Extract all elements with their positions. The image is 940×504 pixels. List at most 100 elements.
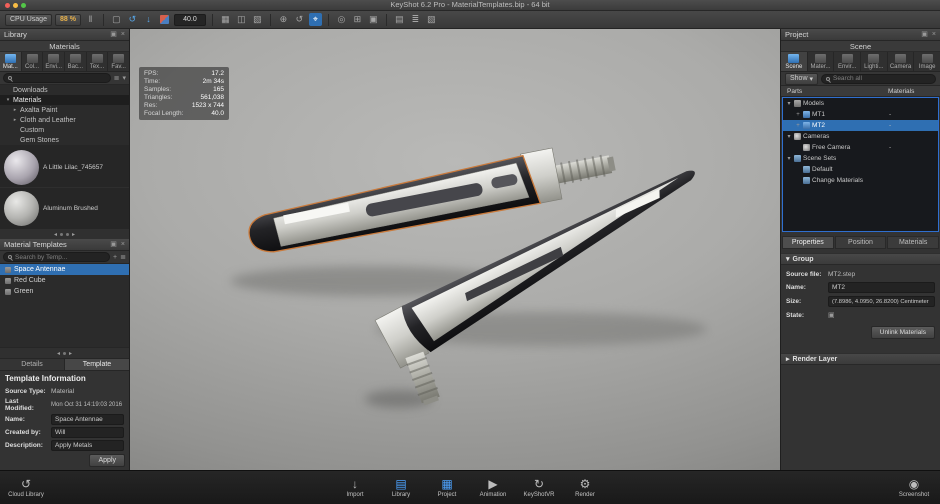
- close-panel-icon[interactable]: ×: [932, 31, 936, 38]
- templates-search-field[interactable]: [3, 252, 110, 262]
- page-prev-icon[interactable]: ◂: [57, 350, 60, 357]
- dock-keyshotvr[interactable]: ↻ KeyShotVR: [517, 471, 561, 504]
- library-search-input[interactable]: [15, 75, 106, 82]
- scene-tree-item-cameras[interactable]: ▾Cameras: [783, 131, 938, 142]
- tab-properties[interactable]: Properties: [782, 236, 834, 249]
- scene-tree-item-models[interactable]: ▾Models: [783, 98, 938, 109]
- tab-position[interactable]: Position: [835, 236, 887, 249]
- library-tree-item[interactable]: Gem Stones: [0, 135, 129, 145]
- apply-button[interactable]: Apply: [89, 454, 125, 467]
- dock-render[interactable]: ⚙ Render: [563, 471, 607, 504]
- tab-material[interactable]: Mater...: [808, 52, 835, 71]
- library-tree-item[interactable]: Downloads: [0, 85, 129, 95]
- dock-screenshot[interactable]: ◉ Screenshot: [892, 471, 936, 504]
- library-search-field[interactable]: [3, 73, 111, 83]
- library-list-icon[interactable]: ≣: [114, 75, 120, 82]
- tab-materials-props[interactable]: Materials: [887, 236, 939, 249]
- minimize-window-icon[interactable]: [13, 3, 18, 8]
- pause-render-icon[interactable]: ‖: [84, 13, 97, 26]
- templates-search-input[interactable]: [15, 254, 105, 261]
- created-by-input[interactable]: [51, 427, 124, 438]
- library-filter-icon[interactable]: ▾: [122, 75, 126, 82]
- page-next-icon[interactable]: ▸: [69, 350, 72, 357]
- library-tree-item[interactable]: ▸Axalta Paint: [0, 105, 129, 115]
- show-button[interactable]: Show ▾: [785, 73, 818, 85]
- library-tree-item[interactable]: Custom: [0, 125, 129, 135]
- page-next-icon[interactable]: ▸: [72, 231, 75, 238]
- cpu-usage-button[interactable]: CPU Usage: [5, 14, 52, 26]
- template-item[interactable]: Red Cube: [0, 275, 129, 286]
- tab-backplates[interactable]: Bac...: [65, 52, 87, 71]
- tab-materials[interactable]: Mat...: [0, 52, 22, 71]
- tab-scene[interactable]: Scene: [781, 52, 808, 71]
- add-geometry-icon[interactable]: ⊕: [277, 13, 290, 26]
- material-thumbnail[interactable]: Aluminum Brushed: [0, 188, 129, 228]
- tab-favorites[interactable]: Fav...: [108, 52, 129, 71]
- template-item[interactable]: Green: [0, 286, 129, 297]
- dock-import[interactable]: ↓ Import: [333, 471, 377, 504]
- scene-search-input[interactable]: [833, 75, 931, 82]
- focal-length-input[interactable]: [174, 14, 206, 26]
- library-toggle-icon[interactable]: ▤: [393, 13, 406, 26]
- part-name-input[interactable]: [828, 282, 935, 293]
- tab-lighting[interactable]: Lighti...: [861, 52, 888, 71]
- scene-tree-item-mt2[interactable]: +MT2-: [783, 120, 938, 131]
- zoom-window-icon[interactable]: [21, 3, 26, 8]
- list-view-icon[interactable]: ≣: [409, 13, 422, 26]
- page-dot[interactable]: [66, 233, 69, 236]
- library-tree-item[interactable]: ▸Cloth and Leather: [0, 115, 129, 125]
- close-window-icon[interactable]: [5, 3, 10, 8]
- split-view-icon[interactable]: ◫: [235, 13, 248, 26]
- close-panel-icon[interactable]: ×: [121, 31, 125, 38]
- region-render-icon[interactable]: ▢: [110, 13, 123, 26]
- size-input[interactable]: [828, 296, 935, 307]
- tab-image[interactable]: Image: [914, 52, 940, 71]
- dock-animation[interactable]: ▶ Animation: [471, 471, 515, 504]
- scene-tree-item-mt1[interactable]: +MT1-: [783, 109, 938, 120]
- dock-project[interactable]: ▦ Project: [425, 471, 469, 504]
- cpu-percent-badge[interactable]: 88 %: [55, 14, 81, 26]
- update-icon[interactable]: ↺: [126, 13, 139, 26]
- page-dot[interactable]: [60, 233, 63, 236]
- tab-camera[interactable]: Camera: [888, 52, 915, 71]
- dock-cloud-library[interactable]: ↺ Cloud Library: [4, 471, 48, 504]
- tab-environments[interactable]: Envi...: [43, 52, 65, 71]
- library-tree-item[interactable]: ▾Materials: [0, 95, 129, 105]
- detach-panel-icon[interactable]: ▣: [921, 31, 928, 38]
- download-icon[interactable]: ↓: [142, 13, 155, 26]
- tab-details[interactable]: Details: [0, 359, 65, 371]
- grid-icon[interactable]: ▦: [219, 13, 232, 26]
- materials-quick-icon[interactable]: [160, 15, 169, 24]
- description-input[interactable]: [51, 440, 124, 451]
- focus-icon[interactable]: ◎: [335, 13, 348, 26]
- material-thumbnail[interactable]: A Little Lilac_745657: [0, 147, 129, 188]
- scene-search-field[interactable]: [821, 74, 936, 84]
- state-lock-icon[interactable]: ▣: [828, 312, 835, 319]
- scene-tree-item-default[interactable]: Default: [783, 164, 938, 175]
- tab-textures[interactable]: Tex...: [87, 52, 109, 71]
- pattern-icon[interactable]: ▧: [251, 13, 264, 26]
- texture-icon[interactable]: ▧: [425, 13, 438, 26]
- realtime-render-view[interactable]: FPS:17.2 Time:2m 34s Samples:165 Triangl…: [130, 29, 780, 470]
- tab-environment[interactable]: Envir...: [834, 52, 861, 71]
- tab-template[interactable]: Template: [65, 359, 129, 371]
- orbit-icon[interactable]: ↺: [293, 13, 306, 26]
- template-name-input[interactable]: [51, 414, 124, 425]
- template-options-icon[interactable]: ≣: [120, 254, 126, 261]
- scene-tree-item-free-camera[interactable]: Free Camera-: [783, 142, 938, 153]
- scene-tree-item-scene-sets[interactable]: ▾Scene Sets: [783, 153, 938, 164]
- page-prev-icon[interactable]: ◂: [54, 231, 57, 238]
- unlink-materials-button[interactable]: Unlink Materials: [871, 326, 935, 339]
- page-dot[interactable]: [63, 352, 66, 355]
- add-template-icon[interactable]: +: [113, 254, 117, 261]
- render-layer-section-header[interactable]: ▸ Render Layer: [781, 353, 940, 365]
- template-item[interactable]: Space Antennae: [0, 264, 129, 275]
- tab-colors[interactable]: Col...: [22, 52, 44, 71]
- screenshot-tool-icon[interactable]: ▣: [367, 13, 380, 26]
- close-panel-icon[interactable]: ×: [121, 241, 125, 248]
- target-tool-icon[interactable]: ⌖: [309, 13, 322, 26]
- pan-icon[interactable]: ⊞: [351, 13, 364, 26]
- detach-panel-icon[interactable]: ▣: [110, 31, 117, 38]
- dock-library[interactable]: ▤ Library: [379, 471, 423, 504]
- detach-panel-icon[interactable]: ▣: [110, 241, 117, 248]
